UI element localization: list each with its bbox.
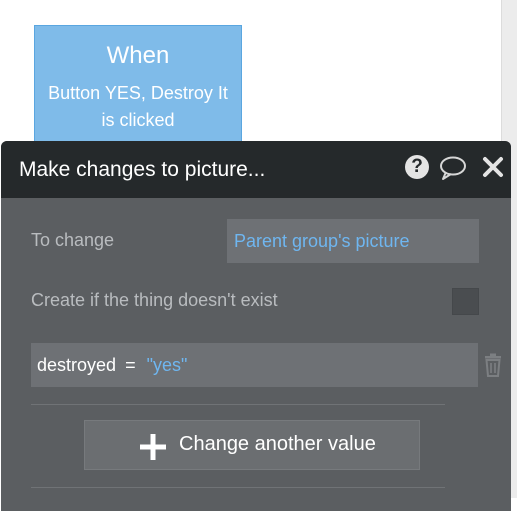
assignment-operator: = xyxy=(125,355,136,375)
to-change-label: To change xyxy=(31,230,115,250)
event-card-title: When xyxy=(106,42,170,69)
assignment-row[interactable]: destroyed = "yes" xyxy=(31,343,478,387)
help-icon[interactable]: ? xyxy=(405,155,429,179)
assignment-value[interactable]: "yes" xyxy=(147,355,188,375)
change-another-value-button[interactable]: Change another value xyxy=(84,420,420,470)
event-card[interactable]: When Button YES, Destroy It is clicked xyxy=(34,25,242,153)
close-icon[interactable] xyxy=(482,155,504,179)
divider xyxy=(31,404,445,405)
comment-icon[interactable] xyxy=(439,155,467,181)
create-if-not-exist-label: Create if the thing doesn't exist xyxy=(31,290,278,310)
plus-icon xyxy=(140,434,166,460)
create-if-not-exist-checkbox[interactable] xyxy=(452,288,479,315)
trash-icon[interactable] xyxy=(483,353,503,377)
panel-title: Make changes to picture... xyxy=(19,158,266,181)
action-panel: Make changes to picture... ? To change P… xyxy=(1,141,511,511)
event-card-description: Button YES, Destroy It is clicked xyxy=(48,83,228,130)
assignment-field: destroyed xyxy=(37,355,117,375)
to-change-field[interactable]: Parent group's picture xyxy=(227,219,479,263)
change-another-value-label: Change another value xyxy=(179,433,376,455)
panel-header: Make changes to picture... ? xyxy=(1,141,511,198)
divider xyxy=(31,487,445,488)
